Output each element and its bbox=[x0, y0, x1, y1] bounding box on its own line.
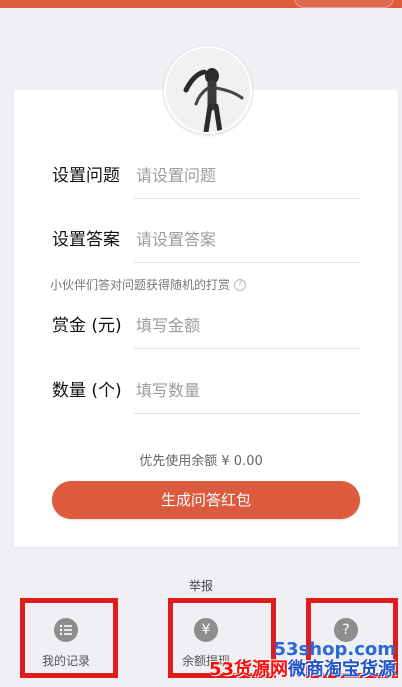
header-action-button[interactable] bbox=[294, 0, 394, 8]
count-input[interactable]: 填写数量 bbox=[136, 383, 360, 399]
question-underline bbox=[134, 198, 360, 199]
watermark: 53shop.com 53货源网微商淘宝货源 bbox=[209, 641, 396, 679]
reward-amount-input[interactable]: 填写金额 bbox=[136, 318, 360, 334]
reward-hint-text: 小伙伴们答对问题获得随机的打赏 bbox=[50, 278, 231, 292]
hint-help-icon[interactable]: ? bbox=[234, 278, 247, 291]
question-label: 设置问题 bbox=[52, 166, 120, 186]
watermark-brand: 53货源网微商淘宝货源 bbox=[209, 661, 396, 679]
answer-underline bbox=[134, 262, 360, 263]
report-link[interactable]: 举报 bbox=[0, 577, 402, 594]
count-label: 数量 (个) bbox=[52, 381, 122, 401]
watermark-brand-red: 53货源网 bbox=[208, 659, 288, 680]
balance-text: 优先使用余额 ¥ 0.00 bbox=[139, 454, 263, 469]
reward-amount-underline bbox=[134, 348, 360, 349]
question-input[interactable]: 请设置问题 bbox=[136, 168, 360, 184]
watermark-domain: 53shop.com bbox=[273, 639, 396, 660]
answer-input[interactable]: 请设置答案 bbox=[136, 232, 360, 248]
avatar bbox=[164, 46, 252, 134]
generate-red-packet-button[interactable]: 生成问答红包 bbox=[52, 481, 360, 519]
highlight-box-records bbox=[20, 598, 118, 678]
watermark-brand-blue: 微商淘宝货源 bbox=[288, 659, 396, 680]
avatar-photo bbox=[166, 48, 250, 132]
reward-amount-label: 赏金 (元) bbox=[52, 316, 122, 336]
count-underline bbox=[134, 413, 360, 414]
reward-hint: 小伙伴们答对问题获得随机的打赏 ? bbox=[50, 276, 247, 293]
answer-label: 设置答案 bbox=[52, 230, 120, 250]
